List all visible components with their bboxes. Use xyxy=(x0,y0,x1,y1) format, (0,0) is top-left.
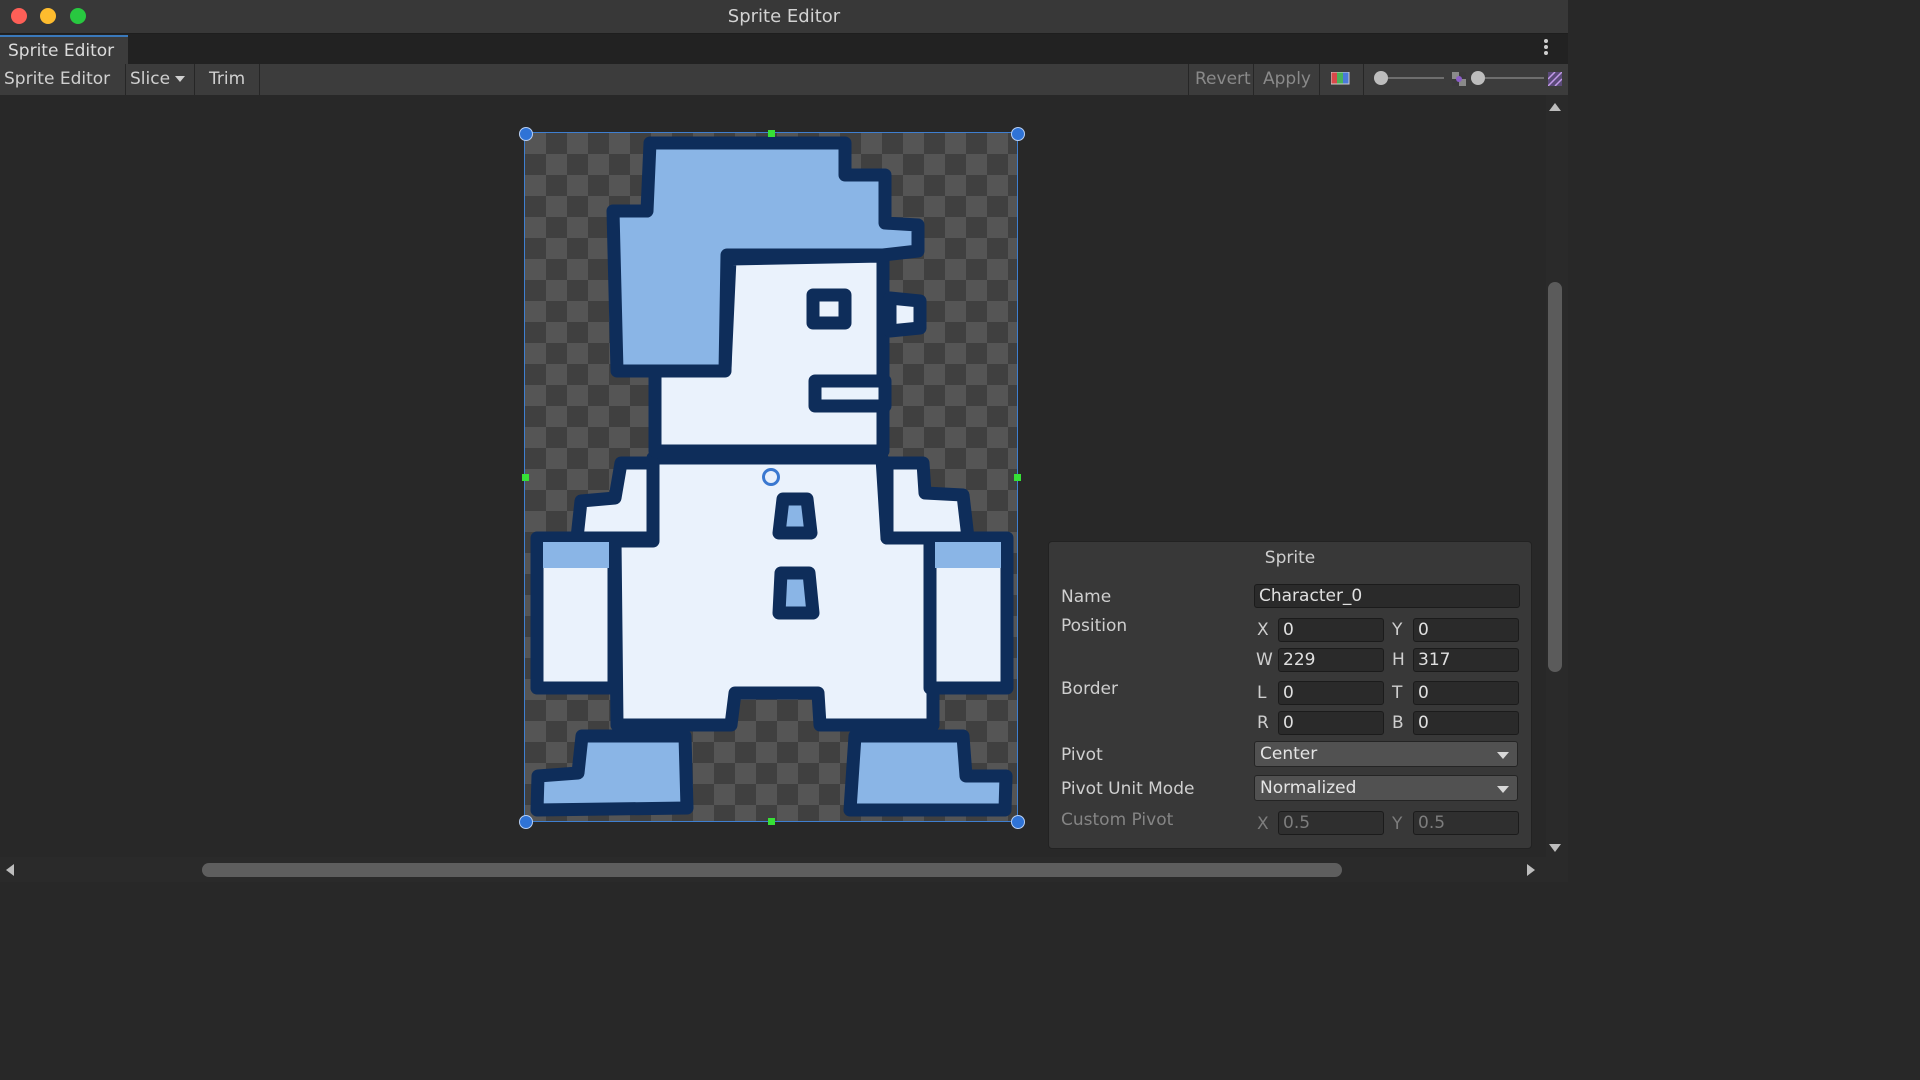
pivot-dropdown[interactable]: Center xyxy=(1254,741,1518,767)
mip-level-icon xyxy=(1548,72,1562,86)
position-x-field[interactable]: 0 xyxy=(1278,618,1384,642)
corner-handle-top-right[interactable] xyxy=(1011,127,1025,141)
more-options-icon[interactable] xyxy=(1544,39,1548,57)
position-h-field[interactable]: 317 xyxy=(1413,648,1519,672)
border-b-field[interactable]: 0 xyxy=(1413,711,1519,735)
revert-button[interactable]: Revert xyxy=(1188,64,1254,95)
position-x-label: X xyxy=(1257,620,1269,640)
slice-dropdown[interactable]: Slice xyxy=(126,64,195,95)
alpha-checker-icon xyxy=(1452,72,1466,86)
edge-handle-top[interactable] xyxy=(768,130,775,137)
edge-handle-left[interactable] xyxy=(522,474,529,481)
pivot-dropdown-value: Center xyxy=(1260,744,1318,764)
pivot-unit-mode-value: Normalized xyxy=(1260,778,1357,798)
title-bar: Sprite Editor xyxy=(0,0,1568,34)
chevron-down-icon xyxy=(1497,752,1509,759)
edge-handle-bottom[interactable] xyxy=(768,818,775,825)
border-t-label: T xyxy=(1392,683,1403,703)
border-r-label: R xyxy=(1257,713,1269,733)
tab-strip: Sprite Editor xyxy=(0,34,1568,64)
pivot-label: Pivot xyxy=(1061,745,1103,765)
custom-pivot-y-field: 0.5 xyxy=(1413,811,1519,835)
custom-pivot-label: Custom Pivot xyxy=(1061,810,1174,830)
color-channel-toggle[interactable] xyxy=(1320,64,1364,95)
border-b-label: B xyxy=(1392,713,1404,733)
position-h-label: H xyxy=(1392,650,1405,670)
border-l-field[interactable]: 0 xyxy=(1278,681,1384,705)
window-title: Sprite Editor xyxy=(727,6,841,27)
mip-slider-handle[interactable] xyxy=(1471,71,1485,85)
border-l-label: L xyxy=(1257,683,1267,703)
custom-pivot-y-label: Y xyxy=(1392,814,1403,834)
scroll-down-arrow-icon[interactable] xyxy=(1549,844,1561,852)
position-w-label: W xyxy=(1256,650,1273,670)
chevron-down-icon xyxy=(175,76,186,82)
pivot-handle[interactable] xyxy=(762,468,780,486)
pivot-unit-mode-label: Pivot Unit Mode xyxy=(1061,779,1195,799)
mode-dropdown-label: Sprite Editor xyxy=(4,69,111,89)
scroll-right-arrow-icon[interactable] xyxy=(1527,864,1535,876)
custom-pivot-x-label: X xyxy=(1257,814,1269,834)
name-field[interactable]: Character_0 xyxy=(1254,584,1520,608)
position-w-field[interactable]: 229 xyxy=(1278,648,1384,672)
name-label: Name xyxy=(1061,587,1112,607)
apply-button[interactable]: Apply xyxy=(1254,64,1320,95)
sprite-properties-panel: Sprite Name Character_0 Position X 0 Y 0… xyxy=(1048,541,1532,849)
slice-dropdown-label: Slice xyxy=(130,69,171,89)
custom-pivot-x-field: 0.5 xyxy=(1278,811,1384,835)
corner-handle-bottom-left[interactable] xyxy=(519,815,533,829)
pivot-unit-mode-dropdown[interactable]: Normalized xyxy=(1254,775,1518,801)
corner-handle-bottom-right[interactable] xyxy=(1011,815,1025,829)
panel-title: Sprite xyxy=(1264,548,1316,568)
border-t-field[interactable]: 0 xyxy=(1413,681,1519,705)
toolbar: Sprite Editor Slice Trim Revert Apply xyxy=(0,64,1568,102)
position-y-label: Y xyxy=(1392,620,1403,640)
scroll-left-arrow-icon[interactable] xyxy=(6,864,14,876)
corner-handle-top-left[interactable] xyxy=(519,127,533,141)
rgb-channels-icon xyxy=(1331,72,1350,85)
tab-sprite-editor[interactable]: Sprite Editor xyxy=(0,35,128,64)
horizontal-scroll-thumb[interactable] xyxy=(202,863,1342,877)
trim-button[interactable]: Trim xyxy=(195,64,260,95)
scroll-up-arrow-icon[interactable] xyxy=(1549,103,1561,111)
border-label: Border xyxy=(1061,679,1118,699)
chevron-down-icon xyxy=(1497,786,1509,793)
alpha-slider-handle[interactable] xyxy=(1374,71,1388,85)
border-r-field[interactable]: 0 xyxy=(1278,711,1384,735)
edge-handle-right[interactable] xyxy=(1014,474,1021,481)
mode-dropdown[interactable]: Sprite Editor xyxy=(0,64,126,102)
position-label: Position xyxy=(1061,616,1128,636)
vertical-scroll-thumb[interactable] xyxy=(1548,282,1562,672)
position-y-field[interactable]: 0 xyxy=(1413,618,1519,642)
